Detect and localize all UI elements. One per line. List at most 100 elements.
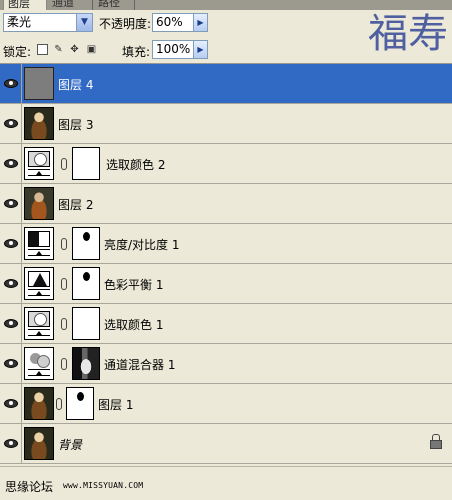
fill-field[interactable]: 100% ▶ [152, 40, 208, 59]
layer-mask-thumbnail[interactable] [66, 387, 94, 420]
layer-thumbnail[interactable] [24, 187, 54, 220]
eye-icon [4, 159, 18, 168]
adjustment-bar [28, 289, 50, 296]
tab-paths[interactable]: 路径 [94, 0, 134, 10]
layer-name[interactable]: 选取颜色 2 [106, 156, 165, 173]
footer: 思缘论坛 www.MISSYUAN.COM [0, 466, 452, 500]
eye-icon [4, 279, 18, 288]
layer-name[interactable]: 背景 [58, 436, 82, 453]
fill-label: 填充: [122, 45, 151, 59]
layer-row[interactable]: 选取颜色 1 [0, 304, 452, 344]
layer-mask-thumbnail[interactable] [72, 307, 100, 340]
adjustment-glyph [28, 271, 50, 287]
tab-channels[interactable]: 通道 [48, 0, 88, 10]
tab-divider [92, 0, 93, 10]
adjustment-bar [28, 329, 50, 336]
layer-name[interactable]: 图层 2 [58, 196, 93, 213]
selective-color-icon[interactable] [24, 147, 54, 180]
visibility-toggle[interactable] [0, 224, 22, 263]
brightness-contrast-icon[interactable] [24, 227, 54, 260]
adjustment-bar [28, 369, 50, 376]
adjustment-bar [28, 249, 50, 256]
layer-row[interactable]: 图层 2 [0, 184, 452, 224]
eye-icon [4, 439, 18, 448]
eye-icon [4, 79, 18, 88]
layer-row[interactable]: 图层 1 [0, 384, 452, 424]
eye-icon [4, 239, 18, 248]
visibility-toggle[interactable] [0, 264, 22, 303]
eye-icon [4, 119, 18, 128]
layer-name[interactable]: 图层 1 [98, 396, 133, 413]
lock-label: 锁定: [3, 45, 32, 59]
blend-mode-value: 柔光 [7, 15, 32, 29]
lock-row: 锁定: ✎ ✥ ▣ 填充: 100% ▶ [0, 38, 452, 62]
layer-row[interactable]: 图层 4 [0, 64, 452, 104]
layer-row[interactable]: 通道混合器 1 [0, 344, 452, 384]
layer-row[interactable]: 色彩平衡 1 [0, 264, 452, 304]
layer-mask-thumbnail[interactable] [72, 267, 100, 300]
tab-divider [134, 0, 135, 10]
adjustment-glyph [28, 151, 50, 167]
layer-thumbnail[interactable] [24, 387, 54, 420]
layers-list: 图层 4 图层 3 选取颜色 2 图层 2 亮度/对比度 1 色彩平衡 1 选取… [0, 63, 452, 464]
layer-row[interactable]: 亮度/对比度 1 [0, 224, 452, 264]
layer-name[interactable]: 亮度/对比度 1 [104, 236, 180, 253]
lock-brush-icon[interactable]: ✎ [53, 44, 64, 55]
chain-link-icon[interactable] [61, 238, 67, 250]
layer-thumbnail[interactable] [24, 67, 54, 100]
visibility-toggle[interactable] [0, 104, 22, 143]
adjustment-bar [28, 169, 50, 176]
fill-slider-arrow-icon[interactable]: ▶ [193, 41, 207, 58]
chain-link-icon[interactable] [61, 278, 67, 290]
footer-url: www.MISSYUAN.COM [63, 481, 144, 490]
layer-name[interactable]: 色彩平衡 1 [104, 276, 163, 293]
selective-color-icon[interactable] [24, 307, 54, 340]
visibility-toggle[interactable] [0, 344, 22, 383]
layer-mask-thumbnail[interactable] [72, 227, 100, 260]
panel-tab-strip: 图层 通道 路径 [0, 0, 452, 10]
lock-all-icon[interactable]: ▣ [86, 44, 97, 55]
layer-name[interactable]: 图层 4 [58, 76, 93, 93]
layer-row[interactable]: 图层 3 [0, 104, 452, 144]
layer-row[interactable]: 选取颜色 2 [0, 144, 452, 184]
padlock-icon [430, 434, 442, 449]
layer-thumbnail[interactable] [24, 107, 54, 140]
visibility-toggle[interactable] [0, 304, 22, 343]
layer-name[interactable]: 选取颜色 1 [104, 316, 163, 333]
opacity-label: 不透明度: [99, 17, 152, 31]
fill-value: 100% [156, 42, 191, 56]
layer-mask-thumbnail[interactable] [72, 347, 100, 380]
chain-link-icon[interactable] [61, 318, 67, 330]
layer-mask-thumbnail[interactable] [72, 147, 100, 180]
layer-thumbnail[interactable] [24, 427, 54, 460]
eye-icon [4, 199, 18, 208]
chain-link-icon[interactable] [61, 358, 67, 370]
visibility-toggle[interactable] [0, 144, 22, 183]
footer-brand: 思缘论坛 [5, 480, 54, 494]
blend-mode-select[interactable]: 柔光 ▼ [3, 13, 93, 32]
layer-name[interactable]: 通道混合器 1 [104, 356, 175, 373]
visibility-toggle[interactable] [0, 424, 22, 463]
tab-layers[interactable]: 图层 [3, 0, 47, 10]
visibility-toggle[interactable] [0, 184, 22, 223]
adjustment-glyph [28, 231, 50, 247]
channel-mixer-icon[interactable] [24, 347, 54, 380]
eye-icon [4, 399, 18, 408]
chain-link-icon[interactable] [56, 398, 62, 410]
visibility-toggle[interactable] [0, 384, 22, 423]
opacity-field[interactable]: 60% ▶ [152, 13, 208, 32]
chain-link-icon[interactable] [61, 158, 67, 170]
opacity-value: 60% [156, 15, 183, 29]
adjustment-glyph [28, 311, 50, 327]
layer-row[interactable]: 背景 [0, 424, 452, 464]
color-balance-icon[interactable] [24, 267, 54, 300]
visibility-toggle[interactable] [0, 64, 22, 103]
eye-icon [4, 359, 18, 368]
lock-transparency-icon[interactable] [37, 44, 48, 55]
chevron-down-icon[interactable]: ▼ [76, 14, 92, 31]
eye-icon [4, 319, 18, 328]
adjustment-glyph [28, 351, 50, 368]
layer-name[interactable]: 图层 3 [58, 116, 93, 133]
lock-move-icon[interactable]: ✥ [69, 44, 80, 55]
opacity-slider-arrow-icon[interactable]: ▶ [193, 14, 207, 31]
